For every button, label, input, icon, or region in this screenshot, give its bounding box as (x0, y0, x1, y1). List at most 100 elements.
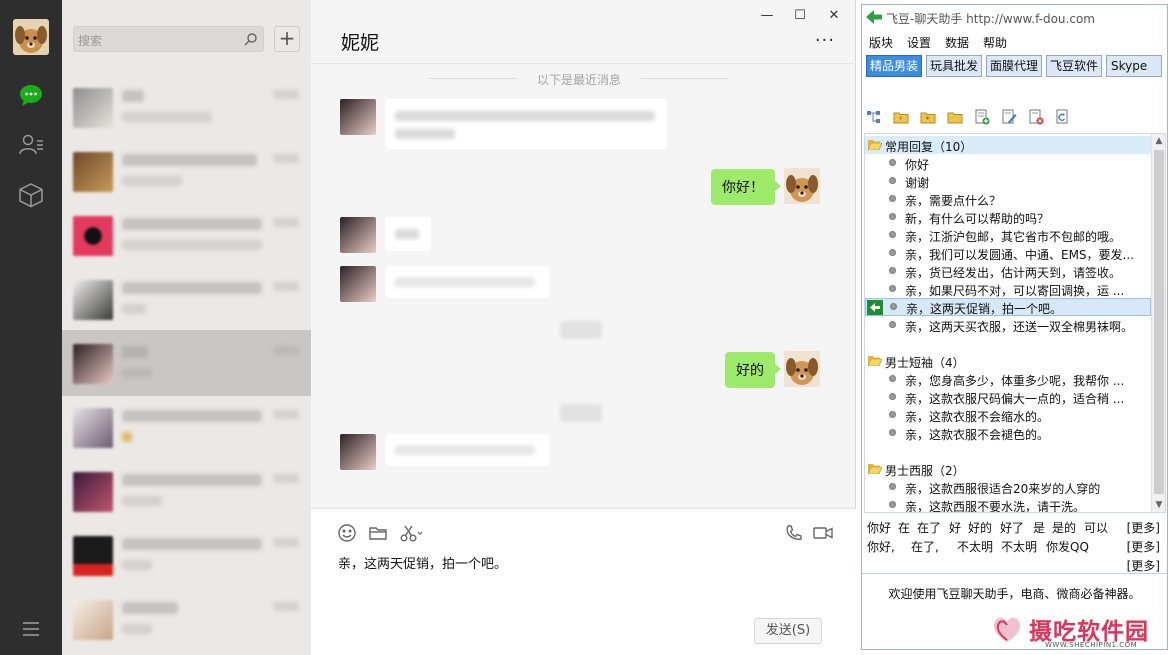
bullet-icon (890, 303, 897, 310)
contact-avatar[interactable] (340, 99, 376, 135)
quick-phrase[interactable]: 在了, (911, 538, 939, 555)
reply-item[interactable]: 新，有什么可以帮助的吗？ (865, 208, 1151, 226)
tab-skype[interactable]: Skype (1106, 55, 1162, 77)
quick-phrase[interactable]: 你发QQ (1046, 538, 1089, 555)
refresh-icon[interactable] (1055, 109, 1071, 125)
quick-phrase[interactable]: 好 (949, 519, 961, 536)
quick-phrase[interactable]: 好了 (1000, 519, 1024, 536)
my-message-avatar[interactable] (784, 351, 820, 387)
tree-category[interactable]: 男士西服（2） (865, 460, 1151, 478)
reply-item[interactable]: 谢谢 (865, 172, 1151, 190)
reply-item[interactable]: 你好 (865, 154, 1151, 172)
chat-icon[interactable] (18, 82, 44, 108)
folder-icon[interactable] (368, 523, 388, 543)
more-phrases-link[interactable]: [更多] (1127, 538, 1160, 555)
more-phrases-link[interactable]: [更多] (1127, 519, 1160, 536)
new-category-folder-icon[interactable]: * (893, 109, 909, 125)
reply-item[interactable]: 亲，货已经发出，估计两天到，请签收。 (865, 262, 1151, 280)
search-input[interactable]: 搜索 (73, 26, 264, 52)
conversation-item[interactable] (62, 138, 311, 204)
reply-item[interactable]: 亲，我们可以发圆通、中通、EMS，要发... (865, 244, 1151, 262)
minimize-button[interactable]: — (757, 8, 777, 23)
my-message-avatar[interactable] (784, 168, 820, 204)
quick-phrase[interactable]: 不太明 (1001, 538, 1037, 555)
contacts-icon[interactable] (18, 132, 44, 158)
menu-icon[interactable] (18, 616, 44, 642)
reply-item[interactable]: 亲，这两天买衣服，还送一双全棉男袜啊。 (865, 316, 1151, 334)
system-time-blurred (560, 321, 602, 339)
add-reply-icon[interactable] (974, 109, 990, 125)
contact-avatar[interactable] (340, 217, 376, 253)
add-chat-button[interactable]: + (274, 26, 300, 52)
video-call-icon[interactable] (812, 523, 834, 543)
conversation-item[interactable] (62, 202, 311, 268)
more-phrases-link[interactable]: [更多] (1127, 557, 1160, 574)
reply-item-selected[interactable]: 亲，这两天促销，拍一个吧。 (865, 298, 1151, 316)
folder-icon[interactable] (947, 109, 963, 125)
reply-item[interactable]: 亲，这款西服不要水洗，请干洗。 (865, 496, 1151, 512)
contact-avatar[interactable] (340, 266, 376, 302)
chat-more-button[interactable]: ··· (815, 30, 835, 51)
menu-item-help[interactable]: 帮助 (983, 34, 1007, 51)
scroll-down-icon[interactable]: ▼ (1152, 498, 1165, 512)
reply-item[interactable]: 亲，这款西服很适合20来岁的人穿的 (865, 478, 1151, 496)
tree-scrollbar[interactable]: ▲ ▼ (1151, 134, 1165, 512)
conversation-preview-blurred (122, 432, 132, 442)
conversation-item-active[interactable] (62, 330, 311, 396)
scroll-up-icon[interactable]: ▲ (1152, 134, 1165, 148)
quick-phrase[interactable]: 不太明 (957, 538, 993, 555)
tree-category[interactable]: 男士短袖（4） (865, 352, 1151, 370)
reply-item[interactable]: 亲，如果尺码不对，可以寄回调换，运 ... (865, 280, 1151, 298)
conversation-name-blurred (122, 154, 257, 166)
tab-mask-agent[interactable]: 面膜代理 (986, 55, 1042, 77)
conversation-preview-blurred (122, 560, 152, 570)
maximize-button[interactable]: ☐ (790, 8, 810, 23)
new-subfolder-icon[interactable]: * (920, 109, 936, 125)
quick-phrase[interactable]: 你好, (867, 538, 895, 555)
voice-call-icon[interactable] (784, 523, 804, 543)
reply-item[interactable]: 亲，江浙沪包邮，其它省市不包邮的哦。 (865, 226, 1151, 244)
feidou-title: 飞豆-聊天助手 http://www.f-dou.com (886, 12, 1095, 26)
tab-feidou-software[interactable]: 飞豆软件 (1046, 55, 1102, 77)
conversation-item[interactable] (62, 74, 311, 140)
reply-item[interactable]: 亲，这款衣服尺码偏大一点的，适合稍 ... (865, 388, 1151, 406)
menu-item-sections[interactable]: 版块 (869, 34, 893, 51)
message-input-text[interactable]: 亲，这两天促销，拍一个吧。 (338, 553, 507, 572)
contact-avatar[interactable] (340, 434, 376, 470)
reply-item[interactable]: 亲，这款衣服不会缩水的。 (865, 406, 1151, 424)
quick-phrase[interactable]: 是 (1033, 519, 1045, 536)
quick-phrase[interactable]: 是的 (1052, 519, 1076, 536)
quick-phrase[interactable]: 好的 (968, 519, 992, 536)
edit-reply-icon[interactable] (1001, 109, 1017, 125)
conversation-item[interactable] (62, 394, 311, 460)
delete-reply-icon[interactable] (1028, 109, 1044, 125)
conversation-item[interactable] (62, 266, 311, 332)
menu-item-settings[interactable]: 设置 (907, 34, 931, 51)
scroll-thumb[interactable] (1154, 150, 1164, 494)
menu-item-data[interactable]: 数据 (945, 34, 969, 51)
quick-phrase[interactable]: 在 (898, 519, 910, 536)
reply-item[interactable]: 亲，这款衣服不会褪色的。 (865, 424, 1151, 442)
quick-phrase[interactable]: 可以 (1084, 519, 1108, 536)
send-button[interactable]: 发送(S) (754, 618, 822, 644)
conversation-preview-blurred (122, 368, 152, 378)
quick-phrase[interactable]: 在了 (917, 519, 941, 536)
tree-category[interactable]: 常用回复（10） (865, 136, 1151, 154)
conversation-item[interactable] (62, 458, 311, 524)
incoming-message-blurred (385, 99, 667, 149)
screenshot-scissors-icon[interactable] (399, 523, 425, 543)
my-avatar[interactable] (13, 19, 49, 55)
tab-toys-wholesale[interactable]: 玩具批发 (926, 55, 982, 77)
favorites-box-icon[interactable] (18, 182, 44, 208)
reply-item[interactable]: 亲，需要点什么？ (865, 190, 1151, 208)
conversation-item[interactable] (62, 586, 311, 652)
quick-phrase[interactable]: 你好 (867, 519, 891, 536)
conversation-item[interactable] (62, 522, 311, 588)
reply-item[interactable]: 亲，您身高多少，体重多少呢，我帮你 ... (865, 370, 1151, 388)
emoji-icon[interactable] (337, 523, 357, 543)
tree-view-icon[interactable] (866, 109, 882, 125)
tab-mens-fashion[interactable]: 精品男装 (866, 55, 922, 77)
close-button[interactable]: ✕ (824, 8, 844, 23)
conversation-avatar (73, 88, 113, 128)
conversation-preview-blurred (122, 176, 182, 186)
